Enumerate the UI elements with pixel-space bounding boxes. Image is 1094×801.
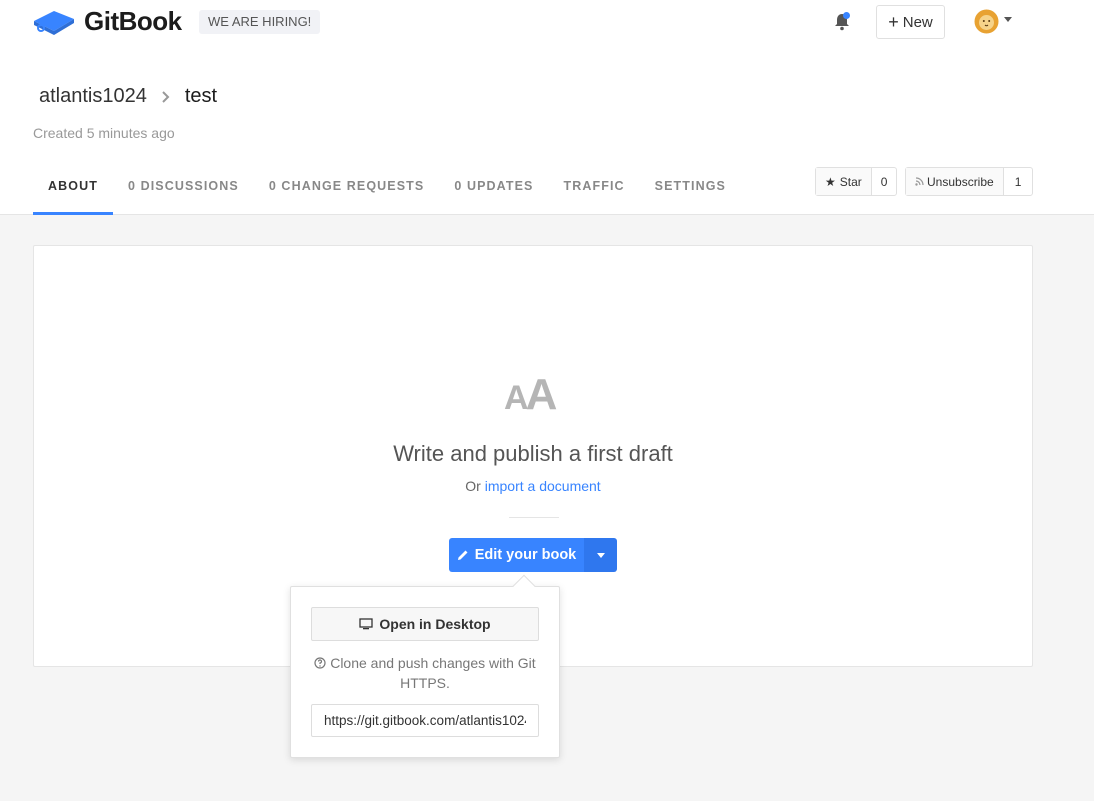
chevron-down-icon — [596, 552, 605, 558]
new-button[interactable]: + New — [876, 5, 945, 39]
breadcrumb: atlantis1024 test — [39, 85, 217, 108]
open-in-desktop-label: Open in Desktop — [379, 616, 491, 632]
empty-state-title: Write and publish a first draft — [393, 441, 673, 466]
avatar[interactable] — [974, 9, 999, 34]
clone-instructions: Clone and push changes with Git HTTPS. — [311, 653, 539, 693]
or-text: Or — [465, 478, 481, 494]
git-url-input[interactable] — [311, 704, 539, 737]
logo-text: GitBook — [84, 6, 182, 36]
divider — [509, 517, 559, 518]
unsubscribe-group: Unsubscribe 1 — [905, 167, 1034, 196]
star-count[interactable]: 0 — [872, 168, 897, 195]
import-document-link[interactable]: import a document — [485, 478, 601, 494]
star-button[interactable]: ★ Star — [816, 168, 872, 195]
star-label: Star — [839, 174, 862, 189]
star-group: ★ Star 0 — [815, 167, 898, 196]
book-logo-icon — [34, 10, 74, 35]
chevron-right-icon — [162, 90, 170, 103]
tab-discussions[interactable]: 0 DISCUSSIONS — [113, 170, 254, 215]
pencil-icon — [457, 550, 468, 560]
star-icon: ★ — [825, 174, 836, 189]
notification-dot — [843, 12, 850, 19]
new-button-label: New — [902, 13, 933, 31]
import-line: Or import a document — [0, 478, 1066, 494]
hiring-badge[interactable]: WE ARE HIRING! — [199, 10, 321, 34]
subscriber-count[interactable]: 1 — [1004, 168, 1033, 195]
typography-icon: AA — [504, 370, 557, 419]
created-timestamp: Created 5 minutes ago — [33, 125, 175, 141]
unsubscribe-button[interactable]: Unsubscribe — [906, 168, 1004, 195]
plus-icon: + — [888, 12, 899, 32]
question-circle-icon — [314, 657, 326, 669]
chevron-down-icon[interactable] — [1004, 17, 1012, 22]
tab-settings[interactable]: SETTINGS — [640, 170, 741, 215]
book-tabs: ABOUT 0 DISCUSSIONS 0 CHANGE REQUESTS 0 … — [33, 170, 741, 215]
tab-updates[interactable]: 0 UPDATES — [439, 170, 548, 215]
monitor-icon — [359, 618, 374, 630]
breadcrumb-book[interactable]: test — [185, 85, 217, 108]
tab-about[interactable]: ABOUT — [33, 170, 113, 215]
unsubscribe-label: Unsubscribe — [927, 174, 994, 189]
tab-traffic[interactable]: TRAFFIC — [548, 170, 639, 215]
edit-book-label: Edit your book — [474, 547, 577, 563]
rss-icon — [915, 177, 924, 186]
clone-text: Clone and push changes with Git HTTPS. — [330, 655, 536, 691]
breadcrumb-owner[interactable]: atlantis1024 — [39, 85, 147, 108]
edit-book-button[interactable]: Edit your book — [449, 538, 584, 572]
gitbook-logo[interactable]: GitBook — [32, 6, 182, 37]
open-in-desktop-button[interactable]: Open in Desktop — [311, 607, 539, 641]
tab-change-requests[interactable]: 0 CHANGE REQUESTS — [254, 170, 440, 215]
edit-options-toggle[interactable] — [584, 538, 617, 572]
